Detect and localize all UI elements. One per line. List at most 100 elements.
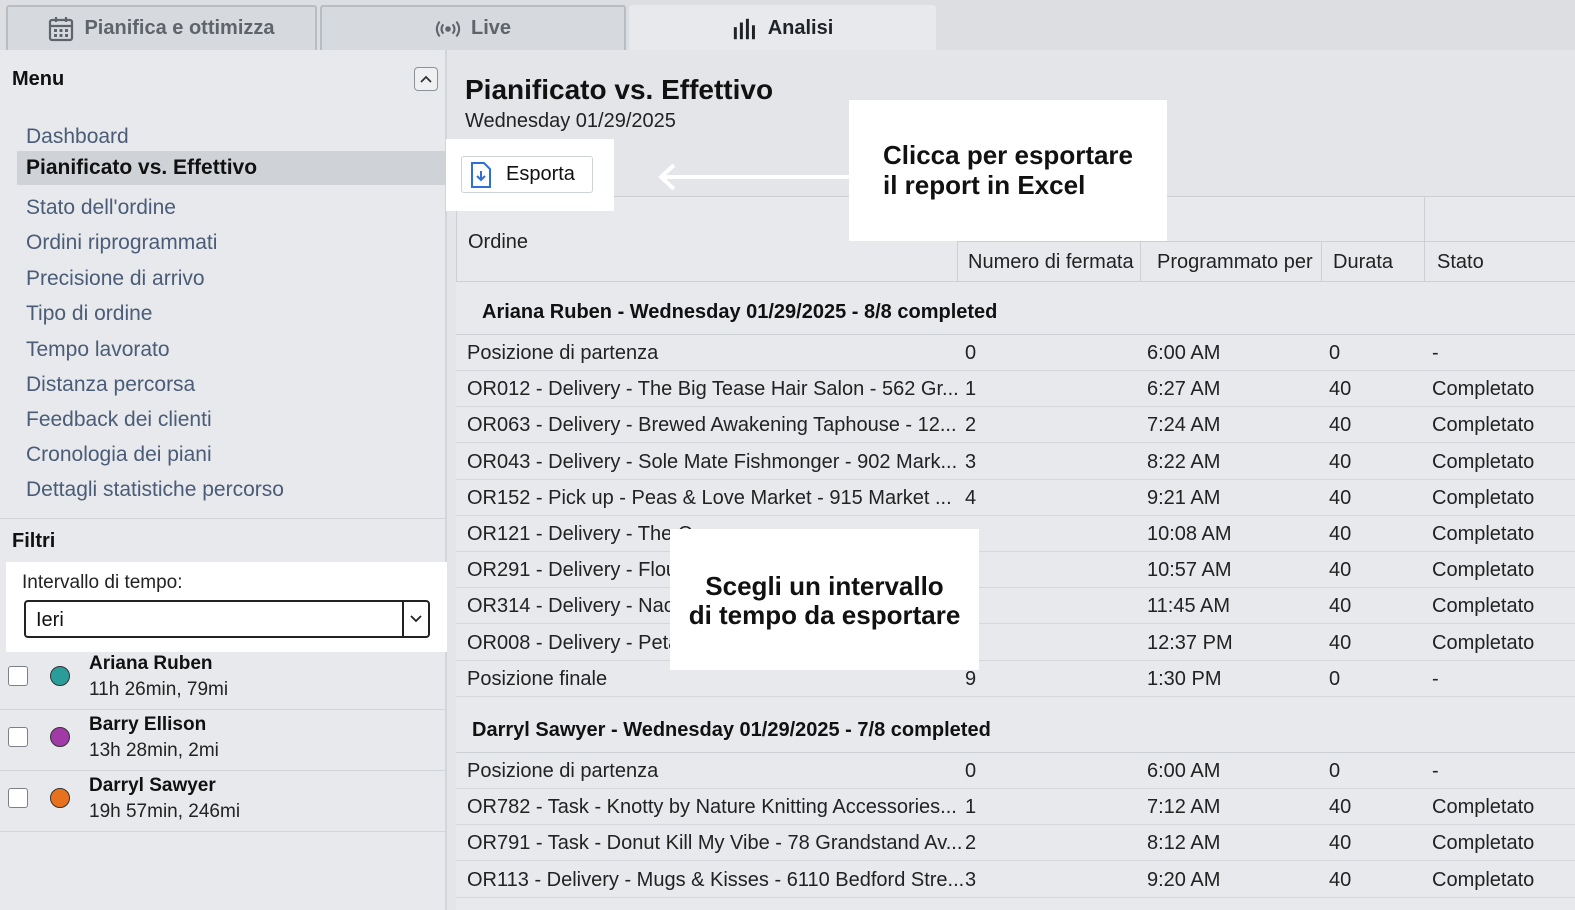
main-content: Pianificato vs. Effettivo Wednesday 01/2… (446, 50, 1575, 910)
interval-select[interactable]: Ieri (24, 600, 430, 638)
menu-item-order-status[interactable]: Stato dell'ordine (17, 191, 447, 225)
driver-color-dot (50, 727, 70, 747)
menu-item-order-type[interactable]: Tipo di ordine (17, 297, 447, 331)
table-row[interactable]: Posizione di partenza 0 6:00 AM 0 - (456, 753, 1575, 789)
cell-order: OR008 - Delivery - Petal (467, 631, 684, 654)
driver-row: Barry Ellison 13h 28min, 2mi (0, 710, 445, 771)
menu-item-planned-vs-actual[interactable]: Pianificato vs. Effettivo (17, 151, 447, 185)
interval-filter: Intervallo di tempo: Ieri (6, 562, 447, 652)
table-row[interactable]: OR782 - Task - Knotty by Nature Knitting… (456, 789, 1575, 826)
divider (957, 241, 1575, 242)
chevron-down-icon (402, 602, 428, 636)
cell-scheduled: 7:24 AM (1147, 414, 1221, 437)
table-row[interactable]: Posizione finale 9 1:30 PM 0 - (456, 661, 1575, 697)
cell-duration: 40 (1329, 523, 1352, 545)
cell-duration: 40 (1329, 631, 1352, 654)
menu-item-route-stats[interactable]: Dettagli statistiche percorso (17, 473, 447, 507)
table-row[interactable]: OR121 - Delivery - The C 10:08 AM 40 Comple… (456, 516, 1575, 552)
menu-item-arrival-accuracy[interactable]: Precisione di arrivo (17, 262, 447, 296)
callout-text: il report in Excel (883, 170, 1086, 200)
cell-duration: 0 (1329, 342, 1341, 364)
cell-stop: 2 (965, 414, 977, 437)
cell-scheduled: 8:22 AM (1147, 450, 1221, 473)
table-row[interactable]: OR152 - Pick up - Peas & Love Market - 9… (456, 480, 1575, 516)
driver-checkbox[interactable] (8, 788, 28, 808)
column-header-stop[interactable]: Numero di fermata (968, 251, 1134, 274)
cell-order: OR291 - Delivery - Flour (467, 559, 684, 582)
cell-status: Completato (1432, 796, 1535, 819)
divider (0, 518, 445, 519)
cell-status: Completato (1432, 595, 1535, 618)
group-title: Ariana Ruben - Wednesday 01/29/2025 - 8/… (482, 301, 998, 323)
broadcast-icon (435, 16, 461, 42)
table-row[interactable]: OR291 - Delivery - Flour 10:57 AM 40 Comple… (456, 552, 1575, 589)
column-header-scheduled[interactable]: Programmato per (1157, 251, 1313, 274)
table-row[interactable]: OR063 - Delivery - Brewed Awakening Taph… (456, 407, 1575, 444)
collapse-button[interactable] (414, 67, 438, 91)
cell-status: - (1432, 760, 1439, 782)
callout-text: Scegli un intervallo (705, 571, 944, 601)
tab-pianifica[interactable]: Pianifica e ottimizza (6, 5, 317, 50)
cell-status: Completato (1432, 486, 1535, 509)
interval-callout: Scegli un intervallo di tempo da esporta… (670, 529, 979, 670)
cell-order: OR782 - Task - Knotty by Nature Knitting… (467, 796, 957, 819)
column-header-status[interactable]: Stato (1437, 251, 1484, 274)
menu-item-time-worked[interactable]: Tempo lavorato (17, 333, 447, 367)
cell-duration: 40 (1329, 796, 1352, 819)
column-header-duration[interactable]: Durata (1333, 251, 1393, 274)
divider (957, 241, 958, 282)
table-row[interactable]: OR008 - Delivery - Petal 12:37 PM 40 Comple… (456, 625, 1575, 661)
cell-stop: 3 (965, 868, 977, 891)
menu-item-rescheduled-orders[interactable]: Ordini riprogrammati (17, 226, 447, 260)
menu-item-dashboard[interactable]: Dashboard (17, 120, 447, 154)
cell-order: OR121 - Delivery - The C (467, 523, 693, 545)
cell-stop: 9 (965, 667, 977, 690)
table-row[interactable]: OR113 - Delivery - Mugs & Kisses - 6110 … (456, 862, 1575, 898)
export-label: Esporta (506, 163, 575, 185)
cell-duration: 40 (1329, 832, 1352, 855)
cell-status: Completato (1432, 378, 1535, 401)
filters-title: Filtri (12, 530, 56, 552)
column-header-order[interactable]: Ordine (468, 231, 528, 254)
group-header: Ariana Ruben - Wednesday 01/29/2025 - 8/… (456, 282, 1575, 335)
cell-status: Completato (1432, 559, 1535, 582)
cell-status: Completato (1432, 868, 1535, 891)
driver-name: Ariana Ruben (89, 653, 213, 674)
cell-scheduled: 10:08 AM (1147, 523, 1232, 545)
menu-item-plan-history[interactable]: Cronologia dei piani (17, 438, 447, 472)
cell-scheduled: 8:12 AM (1147, 832, 1221, 855)
tab-live[interactable]: Live (320, 5, 626, 50)
cell-order: OR314 - Delivery - Nach (467, 595, 685, 618)
cell-status: Completato (1432, 414, 1535, 437)
page-date: Wednesday 01/29/2025 (465, 110, 676, 132)
export-callout: Clicca per esportare il report in Excel (849, 100, 1167, 241)
menu-item-distance[interactable]: Distanza percorsa (17, 368, 447, 402)
driver-checkbox[interactable] (8, 666, 28, 686)
cell-status: - (1432, 667, 1439, 690)
cell-duration: 0 (1329, 667, 1341, 690)
export-button[interactable]: Esporta (461, 156, 593, 193)
cell-order: OR043 - Delivery - Sole Mate Fishmonger … (467, 450, 958, 473)
table-row[interactable]: Posizione di partenza 0 6:00 AM 0 - (456, 335, 1575, 371)
driver-checkbox[interactable] (8, 727, 28, 747)
cell-duration: 40 (1329, 868, 1352, 891)
callout-text: Clicca per esportare (883, 140, 1134, 170)
tab-bar: Pianifica e ottimizza Live Analisi (0, 0, 1575, 50)
menu-item-customer-feedback[interactable]: Feedback dei clienti (17, 403, 447, 437)
cell-scheduled: 9:20 AM (1147, 868, 1221, 891)
cell-order: Posizione di partenza (467, 760, 659, 782)
table-row[interactable]: OR012 - Delivery - The Big Tease Hair Sa… (456, 371, 1575, 408)
cell-status: Completato (1432, 450, 1535, 473)
cell-stop: 0 (965, 342, 977, 364)
file-download-icon (471, 161, 491, 188)
table-row[interactable]: OR314 - Delivery - Nach 11:45 AM 40 Complet… (456, 588, 1575, 625)
chevron-up-icon (420, 75, 432, 83)
driver-name: Darryl Sawyer (89, 775, 216, 796)
cell-status: Completato (1432, 631, 1535, 654)
cell-duration: 40 (1329, 414, 1352, 437)
table-row[interactable]: OR043 - Delivery - Sole Mate Fishmonger … (456, 444, 1575, 480)
cell-status: Completato (1432, 523, 1535, 545)
tab-analisi[interactable]: Analisi (629, 5, 936, 50)
table-row[interactable]: OR791 - Task - Donut Kill My Vibe - 78 G… (456, 825, 1575, 862)
cell-scheduled: 1:30 PM (1147, 667, 1222, 690)
